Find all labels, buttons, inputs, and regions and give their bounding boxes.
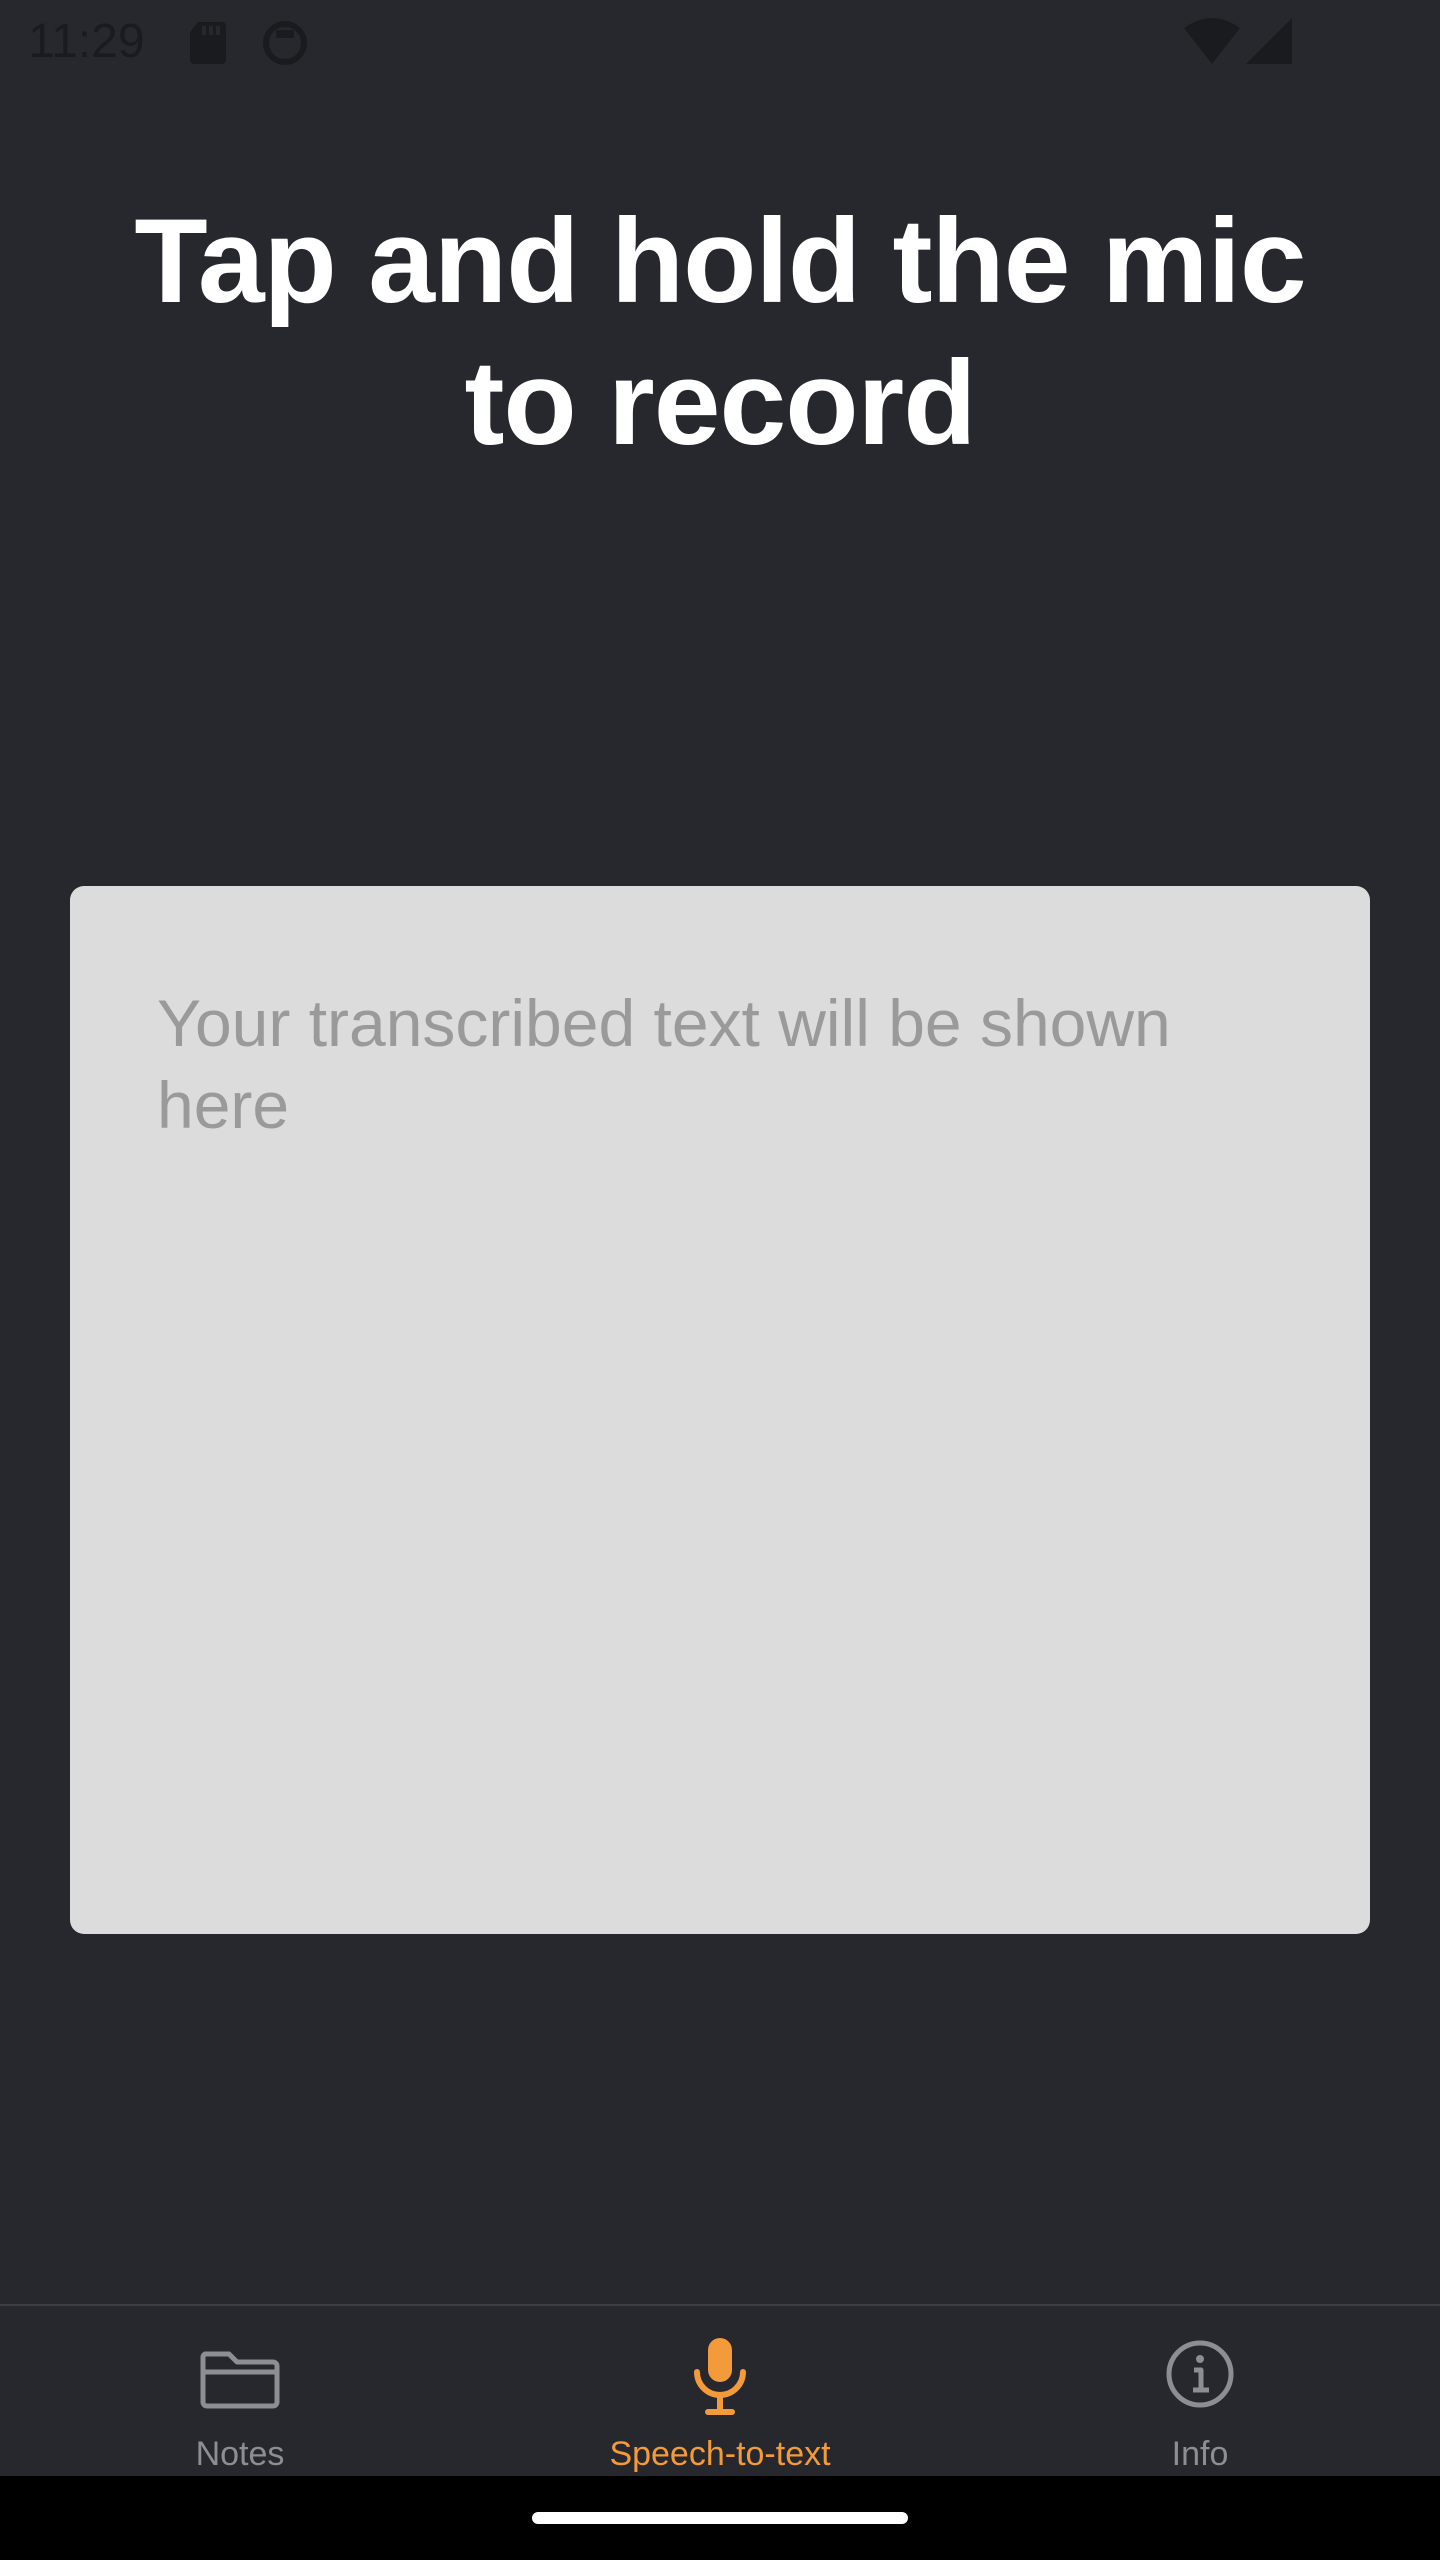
nav-label-speech-to-text: Speech-to-text: [609, 2435, 831, 2473]
speech-to-text-screen: 11:29 Tap and hold the mic to record You…: [0, 0, 1440, 2560]
status-time: 11:29: [28, 15, 145, 68]
record-instruction-heading: Tap and hold the mic to record: [134, 194, 1306, 470]
transcript-placeholder: Your transcribed text will be shown here: [157, 986, 1171, 1142]
microphone-icon: [675, 2332, 765, 2422]
nav-label-notes: Notes: [195, 2435, 285, 2473]
gesture-navigation-area: [0, 2476, 1440, 2560]
nav-item-info[interactable]: Info: [960, 2306, 1440, 2478]
nav-item-speech-to-text[interactable]: Speech-to-text: [480, 2306, 960, 2478]
wifi-icon: [1184, 18, 1240, 69]
transcript-area[interactable]: Your transcribed text will be shown here: [70, 886, 1370, 1934]
folder-icon: [195, 2332, 285, 2422]
media-icon: [262, 20, 308, 71]
nav-label-info: Info: [1171, 2435, 1229, 2473]
status-bar: 11:29: [0, 0, 1440, 84]
sd-card-icon: [188, 20, 228, 69]
nav-item-notes[interactable]: Notes: [0, 2306, 480, 2478]
info-icon: [1155, 2332, 1245, 2422]
signal-icon: [1246, 18, 1292, 69]
bottom-navigation: Notes Speech-to-text Info: [0, 2304, 1440, 2478]
home-gesture-handle[interactable]: [532, 2512, 908, 2524]
